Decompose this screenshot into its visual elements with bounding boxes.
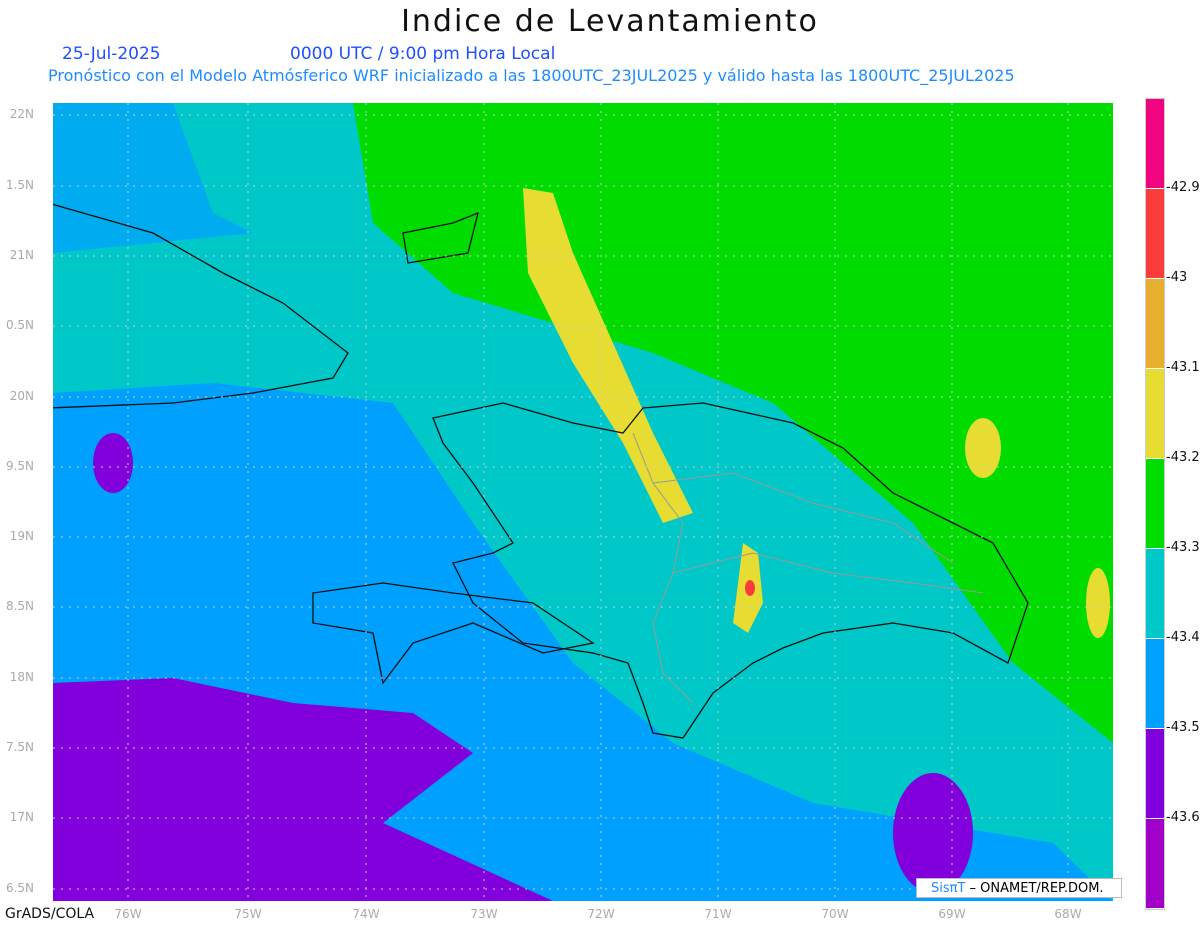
colorbar	[1145, 98, 1165, 910]
lat-label: 19N	[9, 529, 34, 543]
lat-label: 9.5N	[5, 459, 34, 473]
field-purple-w	[93, 433, 133, 493]
lifted-index-map	[53, 103, 1113, 901]
lat-label: 7.5N	[5, 740, 34, 754]
grads-credit: GrADS/COLA	[5, 906, 95, 922]
forecast-date: 25-Jul-2025	[62, 44, 161, 64]
colorbar-label: -43.1	[1166, 360, 1200, 375]
colorbar-label: -43	[1166, 270, 1188, 285]
colorbar-label: -43.5	[1166, 720, 1200, 735]
lon-label: 72W	[587, 907, 615, 921]
colorbar-label: -43.6	[1166, 810, 1200, 825]
lon-label: 73W	[470, 907, 498, 921]
lat-label: 6.5N	[5, 881, 34, 895]
field-purple-se	[893, 773, 973, 893]
lon-label: 76W	[114, 907, 142, 921]
lat-label: 21N	[9, 248, 34, 262]
colorbar-swatch	[1146, 99, 1164, 189]
lon-label: 74W	[352, 907, 380, 921]
colorbar-swatch	[1146, 819, 1164, 909]
lon-label: 69W	[938, 907, 966, 921]
colorbar-swatch	[1146, 279, 1164, 369]
map-title: Indice de Levantamiento	[401, 4, 819, 39]
colorbar-label: -43.3	[1166, 540, 1200, 555]
lat-label: 20N	[9, 389, 34, 403]
colorbar-swatch	[1146, 369, 1164, 459]
lon-label: 71W	[704, 907, 732, 921]
lat-label: 17N	[9, 810, 34, 824]
colorbar-swatch	[1146, 189, 1164, 279]
field-yellow-se	[1086, 568, 1110, 638]
onamet-credit: SisπΤ – ONAMET/REP.DOM.	[916, 878, 1122, 898]
forecast-subtitle: Pronóstico con el Modelo Atmósferico WRF…	[48, 66, 1015, 85]
colorbar-label: -43.2	[1166, 450, 1200, 465]
lat-label: 0.5N	[5, 318, 34, 332]
lon-label: 75W	[234, 907, 262, 921]
colorbar-swatch	[1146, 459, 1164, 549]
colorbar-label: -43.4	[1166, 630, 1200, 645]
field-red-cell	[745, 580, 755, 596]
colorbar-swatch	[1146, 639, 1164, 729]
colorbar-swatch	[1146, 729, 1164, 819]
colorbar-label: -42.9	[1166, 180, 1200, 195]
sispi-logo: SisπΤ	[931, 881, 966, 896]
lat-label: 1.5N	[5, 178, 34, 192]
credit-text: – ONAMET/REP.DOM.	[969, 881, 1104, 896]
lat-label: 22N	[9, 107, 34, 121]
lon-label: 68W	[1054, 907, 1082, 921]
field-yellow-east	[965, 418, 1001, 478]
lat-label: 8.5N	[5, 599, 34, 613]
forecast-time: 0000 UTC / 9:00 pm Hora Local	[290, 44, 556, 64]
colorbar-swatch	[1146, 549, 1164, 639]
lon-label: 70W	[821, 907, 849, 921]
lat-label: 18N	[9, 670, 34, 684]
